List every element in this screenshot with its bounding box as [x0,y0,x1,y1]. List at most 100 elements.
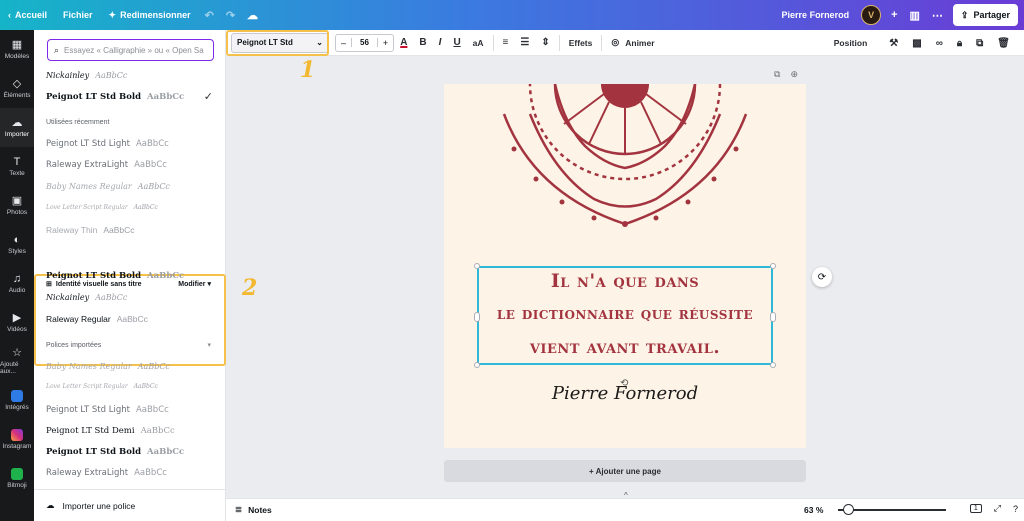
more-icon[interactable]: ⋯ [926,0,949,30]
font-search-input[interactable]: ⌕ Essayez « Calligraphie » ou « Open Sa [47,39,214,61]
grid-icon [11,390,23,402]
underline-icon[interactable]: U [447,37,466,48]
zoom-slider-knob[interactable] [843,504,854,515]
position-button[interactable]: Position [828,38,874,48]
notes-icon: ≣ [235,504,243,514]
lock-icon[interactable]: 🔒︎ [951,38,968,49]
line-spacing-icon[interactable]: ⇕ [535,37,555,48]
zoom-level[interactable]: 63 % [804,505,823,515]
video-icon: ▶ [12,311,22,324]
font-option-selected[interactable]: Peignot LT Std Bold AaBbCc [46,92,184,102]
page-count[interactable]: 1 [969,504,982,513]
share-button[interactable]: ⇪ Partager [952,4,1018,26]
resize-button[interactable]: ✦ Redimensionner [101,0,199,30]
effects-button[interactable]: Effets [563,38,599,48]
rail-item-styles[interactable]: ◐ Styles [0,225,34,264]
rail-item-bitmoji[interactable]: Bitmoji [0,459,34,498]
rail-item-videos[interactable]: ▶ Vidéos [0,303,34,342]
imported-section-title: Polices importées [46,342,102,349]
font-option[interactable]: Nickainley AaBbCc [46,71,127,80]
rail-item-texte[interactable]: T Texte [0,147,34,186]
brand-font-option[interactable]: Raleway Regular AaBbCc [46,314,148,324]
font-select-highlight [226,30,329,56]
avatar[interactable]: V [861,5,882,25]
upload-icon: ☁ [11,116,23,129]
duplicate-icon[interactable]: ⧉ [970,38,989,49]
font-option[interactable]: Raleway Thin AaBbCc [46,225,135,235]
rail-item-instagram[interactable]: Instagram [0,420,34,459]
minus-icon[interactable]: – [336,38,351,48]
file-menu[interactable]: Fichier [55,0,101,30]
fullscreen-icon[interactable]: ⤢ [994,503,1001,514]
editor-toolbar: Peignot LT Std ⌄ – 56 + A B I U aA ≡ ☰ ⇕… [226,30,1024,56]
import-font-button[interactable]: ☁ Importer une police [34,489,226,521]
refresh-icon[interactable]: ⟳ [812,267,832,287]
plus-icon[interactable]: + [885,0,903,30]
align-center-icon[interactable]: ≡ [497,37,515,48]
animate-button[interactable]: Animer [625,38,660,48]
layout-icon: ▦ [11,38,23,51]
notes-button[interactable]: ≣ Notes [235,504,272,515]
annotation-number-1: 1 [300,57,316,83]
copy-page-icon[interactable]: ⧉ [774,69,780,80]
bold-icon[interactable]: B [413,37,432,48]
instagram-icon [11,429,23,441]
quote-text[interactable]: Il n'a que dans le dictionnaire que réus… [478,265,772,364]
font-option[interactable]: Love Letter Script Regular AaBbCc [46,204,158,211]
transparency-icon[interactable]: ▩ [906,38,927,49]
font-option[interactable]: Baby Names Regular AaBbCc [46,362,170,371]
rail-item-photos[interactable]: ▣ Photos [0,186,34,225]
brand-modify-link[interactable]: Modifier ▾ [178,280,211,288]
font-option[interactable]: Peignot LT Std Demi AaBbCc [46,426,175,436]
zoom-slider-track[interactable] [838,509,946,511]
text-color-icon[interactable]: A [394,37,413,48]
rail-item-integres[interactable]: Intégrés [0,381,34,420]
plus-icon[interactable]: + [378,38,393,48]
star-icon: ☆ [12,347,22,359]
add-page-icon[interactable]: ⊕ [790,69,798,80]
divider [601,34,603,51]
page-actions: ⧉ ⊕ [774,69,798,80]
font-option[interactable]: Baby Names Regular AaBbCc [46,182,170,191]
rail-item-elements[interactable]: ◇ Éléments [0,69,34,108]
rail-item-audio[interactable]: ♫ Audio [0,264,34,303]
shapes-icon: ◇ [12,77,22,90]
help-icon[interactable]: ? [1013,504,1018,514]
undo-icon[interactable]: ↶ [199,0,220,30]
font-option[interactable]: Love Letter Script Regular AaBbCc [46,383,158,390]
animate-icon: ◎ [611,37,620,47]
check-icon: ✓ [203,91,213,103]
user-name: Pierre Fornerod [781,10,850,20]
italic-icon[interactable]: I [433,37,448,48]
analytics-icon[interactable]: ▥ [904,0,926,30]
rail-item-importer[interactable]: ☁ Importer [0,108,34,147]
add-page-button[interactable]: + Ajouter une page [444,460,806,482]
font-panel: ⌕ Essayez « Calligraphie » ou « Open Sa … [34,30,226,521]
case-icon[interactable]: aA [467,38,490,48]
divider [492,34,494,51]
font-option[interactable]: Peignot LT Std Light AaBbCc [46,139,169,149]
divider [558,34,560,51]
cloud-saved-icon[interactable]: ☁ [241,0,264,30]
brand-font-option[interactable]: Peignot LT Std Bold AaBbCc [46,271,184,281]
font-option[interactable]: Raleway ExtraLight AaBbCc [46,160,167,170]
signature-text[interactable]: Pierre Fornerod [444,383,806,404]
font-option[interactable]: Peignot LT Std Bold AaBbCc [46,447,184,457]
link-icon[interactable]: ∞ [930,38,949,49]
share-icon: ⇪ [960,9,969,20]
paint-roller-icon[interactable]: ⚒ [883,38,904,49]
home-button[interactable]: ‹ Accueil [0,0,55,30]
redo-icon[interactable]: ↷ [220,0,241,30]
upload-cloud-icon: ☁ [46,500,55,510]
font-option[interactable]: Peignot LT Std Light AaBbCc [46,405,169,415]
rail-item-starred[interactable]: ☆ Ajouté aux... [0,342,34,381]
rail-item-modeles[interactable]: ▦ Modèles [0,30,34,69]
font-size-input[interactable]: 56 [351,38,378,47]
trash-icon[interactable]: 🗑︎ [991,38,1016,49]
brand-font-option[interactable]: Nickainley AaBbCc [46,293,127,302]
brand-kit-icon: ⊞ [46,281,52,288]
chevron-left-icon: ‹ [8,10,11,20]
chevron-down-icon[interactable]: ▾ [207,341,211,349]
font-option[interactable]: Raleway ExtraLight AaBbCc [46,468,167,478]
list-icon[interactable]: ☰ [514,37,535,48]
